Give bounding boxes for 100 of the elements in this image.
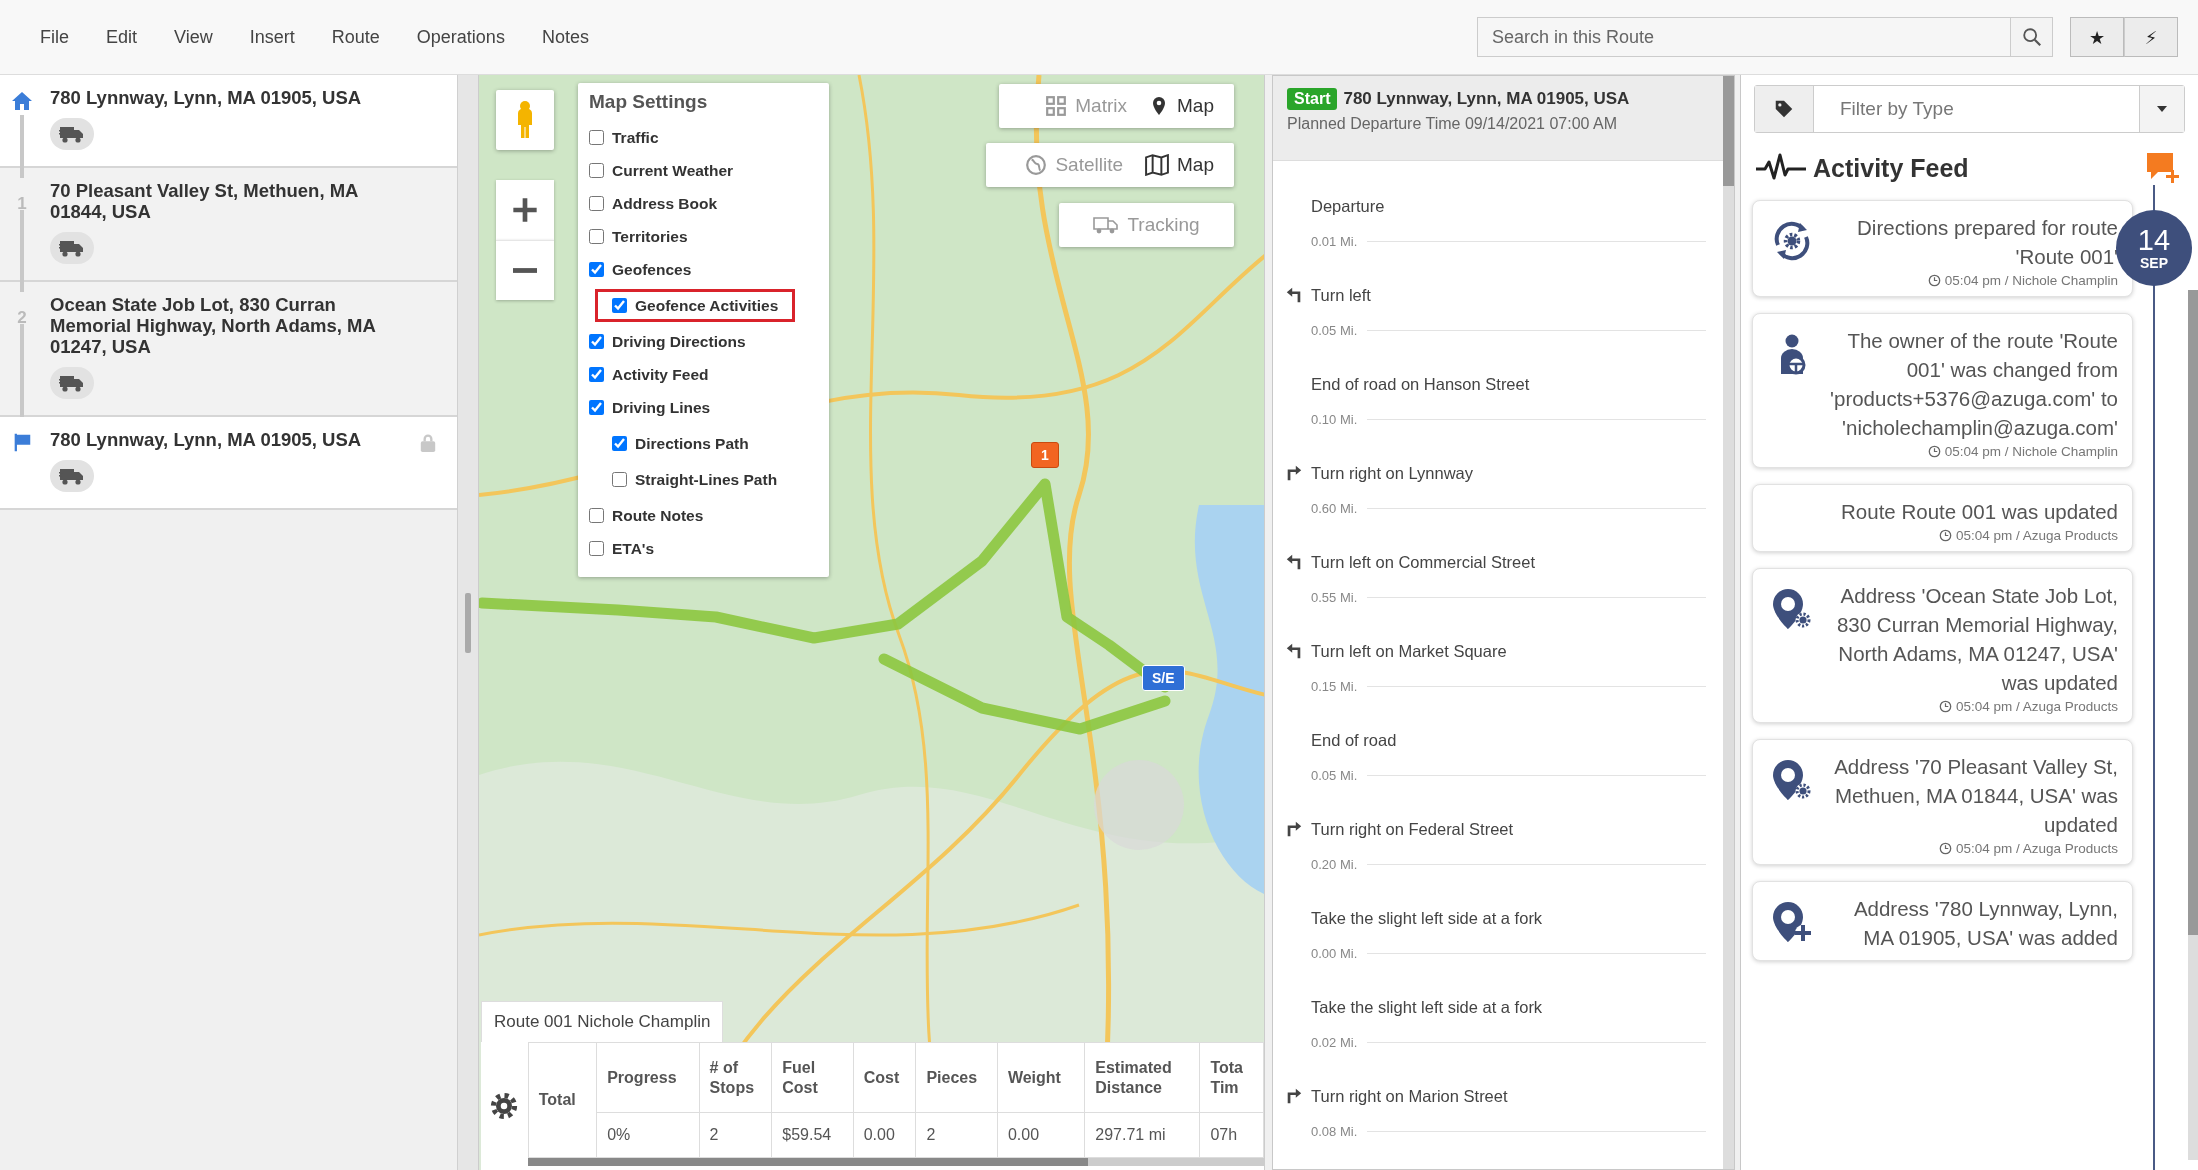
checkbox[interactable] [589, 541, 604, 556]
option-label: Address Book [612, 194, 718, 213]
option-label: Directions Path [635, 434, 749, 453]
vehicle-button[interactable] [50, 367, 94, 399]
scrollbar[interactable] [528, 1158, 1264, 1166]
option-label: Driving Directions [612, 332, 746, 351]
scrollbar[interactable] [1723, 76, 1734, 1169]
checkbox[interactable] [589, 508, 604, 523]
option-label: Straight-Lines Path [635, 470, 778, 489]
stop-address: Ocean State Job Lot, 830 Curran Memorial Highway, North Adams, MA 01247, USA [50, 294, 377, 357]
step-distance: 0.02 Mi. [1311, 1035, 1358, 1050]
vehicle-button[interactable] [50, 232, 94, 264]
globe-icon [1025, 154, 1048, 176]
direction-step: End of road [1311, 730, 1397, 750]
table-header: Cost [853, 1042, 916, 1113]
table-header: Pieces [915, 1042, 998, 1113]
zoom-in-button[interactable] [496, 180, 554, 240]
minus-icon [513, 267, 537, 273]
clock-icon [1927, 274, 1941, 287]
add-note-button[interactable] [2146, 151, 2180, 185]
table-cell: 0% [596, 1112, 700, 1158]
turn-right-icon [1285, 464, 1303, 482]
step-distance: 0.20 Mi. [1311, 857, 1358, 872]
truck-icon [59, 466, 85, 486]
toggle-option[interactable]: Map [1145, 154, 1214, 176]
truck-icon [1093, 215, 1120, 235]
table-header: Progress [596, 1042, 700, 1113]
checkbox[interactable] [589, 367, 604, 382]
menu-item[interactable]: Route [331, 26, 380, 48]
menu-item[interactable]: Operations [416, 26, 505, 48]
lock-icon [419, 433, 437, 453]
zoom-out-button[interactable] [496, 239, 554, 300]
activity-text: Route Route 001 was updated [1840, 499, 2118, 525]
option-label: Territories [612, 227, 688, 246]
checkbox[interactable] [589, 334, 604, 349]
turn-right-icon [1285, 820, 1303, 838]
clock-icon [1938, 529, 1952, 542]
table-header: # of Stops [699, 1042, 772, 1113]
option-label: Current Weather [612, 161, 734, 180]
quick-action-button[interactable]: ⚡ [2124, 17, 2178, 57]
activity-text: Directions prepared for route 'Route 001' [1856, 215, 2118, 270]
checkbox[interactable] [612, 298, 627, 313]
menu-item[interactable]: Edit [106, 26, 138, 48]
checkbox[interactable] [589, 400, 604, 415]
table-header: Fuel Cost [771, 1042, 854, 1113]
turn-left-icon [1285, 642, 1303, 660]
vehicle-button[interactable] [50, 118, 94, 150]
option-label: ETA's [612, 539, 655, 558]
step-distance: 0.08 Mi. [1311, 1124, 1358, 1139]
table-cell: $59.54 [771, 1112, 854, 1158]
checkbox[interactable] [589, 262, 604, 277]
turn-right-icon [1285, 1087, 1303, 1105]
menu-item[interactable]: Notes [541, 26, 589, 48]
clock-icon [1938, 700, 1952, 713]
checkbox[interactable] [589, 196, 604, 211]
search-icon [2020, 26, 2043, 48]
option-label: Activity Feed [612, 365, 709, 384]
caret-icon [2157, 106, 2167, 112]
table-header: Weight [997, 1042, 1085, 1113]
departure-time: Planned Departure Time 09/14/2021 07:00 AM [1287, 115, 1618, 133]
toggle-option[interactable]: Map [1149, 95, 1214, 117]
menu-item[interactable]: View [174, 26, 213, 48]
table-cell: 07h [1199, 1112, 1264, 1158]
direction-step: Turn right on Federal Street [1311, 819, 1514, 839]
favorite-button[interactable]: ★ [2070, 17, 2124, 57]
activity-time: 05:04 pm / Nichole Champlin [1944, 444, 2118, 459]
activity-time: 05:04 pm / Azuga Products [1955, 528, 2118, 543]
folded-map-icon [1145, 154, 1170, 176]
plus-icon [511, 195, 539, 224]
date-month: SEP [2140, 255, 2168, 271]
route-tab[interactable]: Route 001 Nichole Champlin [481, 1001, 724, 1042]
table-cell: 2 [699, 1112, 772, 1158]
direction-step: Turn right on Marion Street [1311, 1086, 1508, 1106]
grid-icon [1045, 95, 1068, 117]
checkbox[interactable] [589, 130, 604, 145]
map-marker[interactable]: S/E [1142, 665, 1185, 691]
option-label: Geofence Activities [635, 296, 779, 315]
filter-field[interactable]: Filter by Type [1754, 85, 2185, 133]
checkbox[interactable] [612, 436, 627, 451]
panel-title: Map Settings [589, 91, 709, 113]
activity-time: 05:04 pm / Azuga Products [1955, 841, 2118, 856]
checkbox[interactable] [589, 163, 604, 178]
step-distance: 0.01 Mi. [1311, 234, 1358, 249]
checkbox[interactable] [612, 472, 627, 487]
menu-item[interactable]: Insert [249, 26, 295, 48]
scrollbar[interactable] [2188, 290, 2198, 1160]
table-cell: 297.71 mi [1084, 1112, 1200, 1158]
turn-left-icon [1285, 553, 1303, 571]
menu-item[interactable]: File [40, 26, 69, 48]
activity-text: Address 'Ocean State Job Lot, 830 Curran Memorial Highway, North Adams, MA 01247, USA' was updated [1835, 583, 2118, 696]
table-header: Tota Tim [1199, 1042, 1264, 1113]
direction-step: Take the slight left side at a fork [1311, 997, 1543, 1017]
direction-step: Turn right on Lynnway [1311, 463, 1474, 483]
settings-icon [489, 1091, 520, 1121]
checkbox[interactable] [589, 229, 604, 244]
panel-title: Activity Feed [1813, 153, 1970, 183]
start-badge: Start [1287, 88, 1338, 110]
direction-step: Departure [1311, 196, 1385, 216]
vehicle-button[interactable] [50, 460, 94, 492]
stop-address: 70 Pleasant Valley St, Methuen, MA 01844, USA [50, 180, 359, 222]
